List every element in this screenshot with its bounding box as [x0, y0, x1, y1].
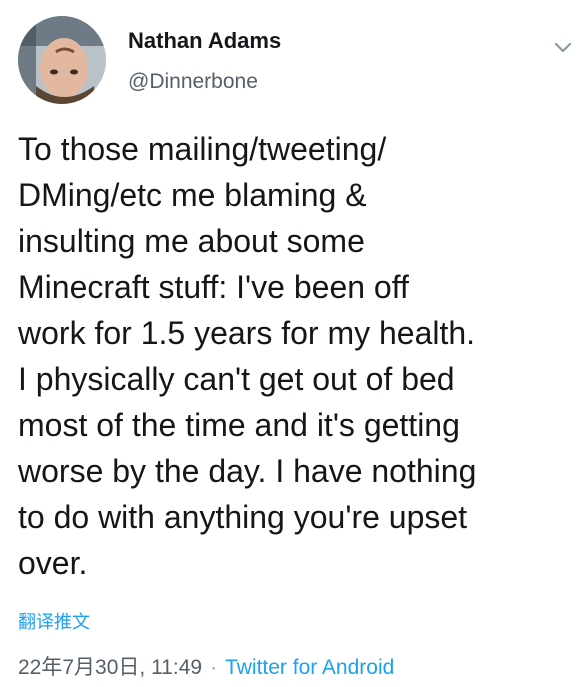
avatar-image [18, 16, 106, 104]
chevron-down-icon[interactable] [554, 42, 572, 54]
tweet-meta: 22年7月30日, 11:49 · Twitter for Android [18, 651, 394, 681]
avatar[interactable] [18, 16, 106, 104]
tweet-header: Nathan Adams @Dinnerbone [18, 16, 573, 106]
author-name[interactable]: Nathan Adams [128, 28, 281, 54]
tweet-text: To those mailing/tweeting/ DMing/etc me … [18, 131, 477, 581]
translate-tweet-link[interactable]: 翻译推文 [18, 608, 90, 634]
tweet-card: Nathan Adams @Dinnerbone To those mailin… [0, 0, 585, 687]
author-handle[interactable]: @Dinnerbone [128, 70, 258, 94]
tweet-source-link[interactable]: Twitter for Android [225, 656, 394, 679]
meta-separator: · [210, 656, 218, 679]
tweet-timestamp[interactable]: 22年7月30日, 11:49 [18, 656, 202, 679]
